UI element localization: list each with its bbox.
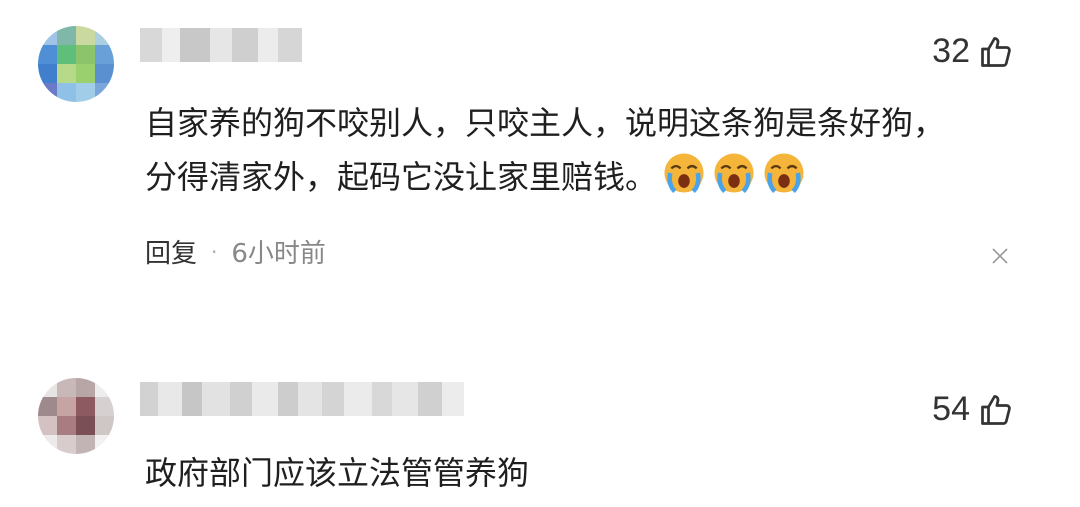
comment-text-line: 政府部门应该立法管管养狗 <box>145 454 530 492</box>
like-button[interactable]: 32 <box>932 32 1014 71</box>
comment-text-line: 自家养的狗不咬别人，只咬主人，说明这条狗是条好狗， <box>145 104 946 142</box>
reply-button[interactable]: 回复 <box>145 233 197 270</box>
like-button[interactable]: 54 <box>932 390 1014 429</box>
comment-item: 54 政府部门应该立法管管养狗 <box>0 370 1080 507</box>
username[interactable] <box>140 28 302 62</box>
like-count: 32 <box>932 32 970 70</box>
thumbs-up-icon <box>981 394 1011 425</box>
thumbs-up-icon <box>981 36 1011 67</box>
comment-meta: 回复 · 6小时前 <box>145 233 326 270</box>
comment-text: 政府部门应该立法管管养狗 <box>145 446 529 500</box>
like-count: 54 <box>932 390 970 428</box>
avatar[interactable] <box>38 26 114 102</box>
crying-face-icon <box>714 153 754 194</box>
close-icon[interactable] <box>990 246 1010 266</box>
crying-face-icon <box>764 153 804 194</box>
username[interactable] <box>140 382 464 416</box>
separator-dot: · <box>211 239 218 264</box>
crying-face-icon <box>664 153 704 194</box>
timestamp: 6小时前 <box>231 239 326 269</box>
avatar[interactable] <box>38 378 114 454</box>
comment-item: 32 自家养的狗不咬别人，只咬主人，说明这条狗是条好狗， 分得清家外，起码它没让… <box>0 0 1080 330</box>
comment-text: 自家养的狗不咬别人，只咬主人，说明这条狗是条好狗， 分得清家外，起码它没让家里赔… <box>145 96 945 204</box>
comment-text-line-2: 分得清家外，起码它没让家里赔钱。 <box>145 150 945 204</box>
